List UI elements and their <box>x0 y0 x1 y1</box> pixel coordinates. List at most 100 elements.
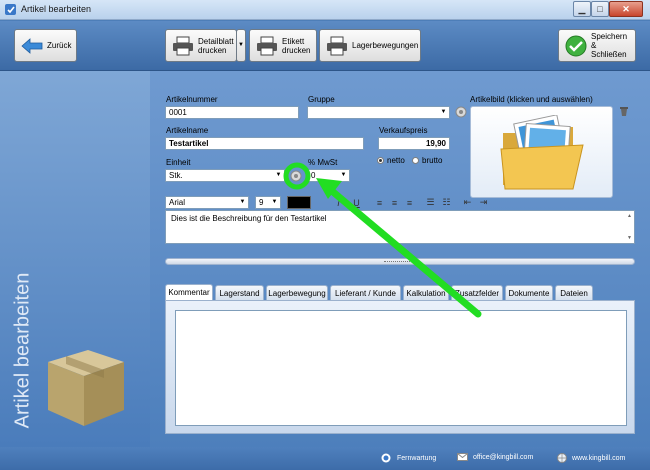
chevron-down-icon: ▼ <box>238 42 244 48</box>
numbered-list-icon[interactable]: ☷ <box>441 196 452 209</box>
side-panel: Artikel bearbeiten <box>0 71 150 447</box>
font-size-select[interactable]: 9 ▼ <box>255 196 281 209</box>
window-title: Artikel bearbeiten <box>21 4 92 14</box>
close-button[interactable]: ✕ <box>609 1 643 17</box>
print-detail-line1: Detailblatt <box>198 36 234 46</box>
stock-movements-button[interactable]: Lagerbewegungen <box>319 29 421 62</box>
splitter-grip <box>384 261 416 262</box>
align-center-icon[interactable]: ≡ <box>389 196 400 209</box>
splitter-handle[interactable] <box>165 258 635 265</box>
email-link[interactable]: office@kingbill.com <box>457 453 533 461</box>
vat-label: % MwSt <box>308 158 338 167</box>
back-button[interactable]: Zurück <box>14 29 77 62</box>
website-link[interactable]: www.kingbill.com <box>557 453 625 463</box>
remote-support-label: Fernwartung <box>397 454 437 462</box>
netto-label: netto <box>387 156 405 165</box>
indent-icon[interactable]: ⇥ <box>478 196 489 209</box>
minimize-button[interactable]: ▁ <box>573 1 591 17</box>
brutto-label: brutto <box>422 156 443 165</box>
tab-lagerstand[interactable]: Lagerstand <box>215 285 264 300</box>
print-detail-button[interactable]: Detailblatt drucken <box>165 29 237 62</box>
remote-support-icon <box>381 453 391 463</box>
tab-dokumente[interactable]: Dokumente <box>505 285 553 300</box>
maximize-icon: □ <box>597 4 603 14</box>
radio-empty-icon <box>412 157 419 164</box>
netto-radio[interactable]: netto <box>377 156 405 165</box>
tab-panel <box>165 300 635 434</box>
underline-icon[interactable]: U <box>351 196 362 209</box>
font-family-value: Arial <box>169 198 186 207</box>
tab-kalkulation[interactable]: Kalkulation <box>403 285 449 300</box>
trash-icon[interactable] <box>619 106 629 117</box>
gear-icon[interactable] <box>455 106 467 118</box>
print-label-button[interactable]: Etikett drucken <box>249 29 317 62</box>
printer-icon <box>327 36 347 55</box>
align-right-icon[interactable]: ≡ <box>404 196 415 209</box>
scroll-up-icon[interactable]: ▲ <box>627 213 632 219</box>
save-close-line2: & Schließen <box>591 41 627 59</box>
print-detail-dropdown[interactable]: ▼ <box>236 29 246 62</box>
chevron-down-icon: ▼ <box>275 172 282 178</box>
stock-movements-label: Lagerbewegungen <box>352 41 419 50</box>
font-size-value: 9 <box>259 198 264 207</box>
print-detail-line2: drucken <box>198 45 227 55</box>
comment-textarea[interactable] <box>175 310 627 426</box>
align-left-icon[interactable]: ≡ <box>374 196 385 209</box>
remote-support-link[interactable]: Fernwartung <box>381 453 436 463</box>
unit-label: Einheit <box>166 158 191 167</box>
sales-price-label: Verkaufspreis <box>379 126 428 135</box>
description-text: Dies ist die Beschreibung für den Testar… <box>171 214 327 223</box>
article-image-box[interactable] <box>470 106 613 198</box>
tab-dateien[interactable]: Dateien <box>555 285 593 300</box>
close-icon: ✕ <box>622 3 630 14</box>
save-close-button[interactable]: Speichern & Schließen <box>558 29 636 62</box>
website-label: www.kingbill.com <box>572 454 626 462</box>
save-close-line1: Speichern <box>591 32 628 41</box>
chevron-down-icon: ▼ <box>440 109 447 115</box>
chevron-down-icon: ▼ <box>239 199 246 205</box>
radio-selected-icon <box>377 157 384 164</box>
print-label-line2: drucken <box>282 45 311 55</box>
checkmark-icon <box>565 35 587 56</box>
chevron-down-icon: ▼ <box>271 199 278 205</box>
back-label: Zurück <box>47 41 72 50</box>
save-close-label: Speichern & Schließen <box>591 32 629 59</box>
article-name-label: Artikelname <box>166 126 209 135</box>
maximize-button[interactable]: □ <box>591 1 609 17</box>
title-bar: Artikel bearbeiten ▁ □ ✕ <box>0 0 650 20</box>
tab-lieferant-kunde[interactable]: Lieferant / Kunde <box>330 285 401 300</box>
tab-kommentar[interactable]: Kommentar <box>165 284 213 300</box>
scroll-down-icon[interactable]: ▼ <box>627 235 632 241</box>
box-icon <box>48 350 124 426</box>
print-detail-label: Detailblatt drucken <box>198 37 234 55</box>
tab-zusatzfelder[interactable]: Zusatzfelder <box>451 285 503 300</box>
article-image-label: Artikelbild (klicken und auswählen) <box>470 95 593 104</box>
description-editor[interactable]: Dies ist die Beschreibung für den Testar… <box>165 210 635 244</box>
article-name-input[interactable]: Testartikel <box>165 137 364 150</box>
article-number-input[interactable]: 0001 <box>165 106 299 119</box>
vertical-title: Artikel bearbeiten <box>11 272 34 429</box>
group-select[interactable]: ▼ <box>307 106 450 119</box>
outdent-icon[interactable]: ⇤ <box>462 196 473 209</box>
folder-image-icon <box>500 115 584 190</box>
group-label: Gruppe <box>308 95 335 104</box>
sales-price-input[interactable]: 19,90 <box>378 137 450 150</box>
tab-lagerbewegung[interactable]: Lagerbewegung <box>266 285 328 300</box>
italic-icon[interactable]: I <box>333 196 344 209</box>
font-family-select[interactable]: Arial ▼ <box>165 196 249 209</box>
unit-select[interactable]: Stk. ▼ <box>165 169 285 182</box>
email-label: office@kingbill.com <box>473 453 534 461</box>
bullet-list-icon[interactable]: ☰ <box>425 196 436 209</box>
font-color-picker[interactable] <box>287 196 311 209</box>
vat-select[interactable]: 0 ▼ <box>307 169 350 182</box>
app-icon <box>5 4 16 15</box>
minimize-icon: ▁ <box>578 3 586 14</box>
vat-value: 0 <box>311 171 316 180</box>
mail-icon <box>457 453 468 461</box>
unit-value: Stk. <box>169 171 183 180</box>
printer-icon <box>173 36 193 55</box>
brutto-radio[interactable]: brutto <box>412 156 442 165</box>
article-number-label: Artikelnummer <box>166 95 218 104</box>
printer-icon <box>257 36 277 55</box>
gear-icon[interactable] <box>290 170 302 182</box>
